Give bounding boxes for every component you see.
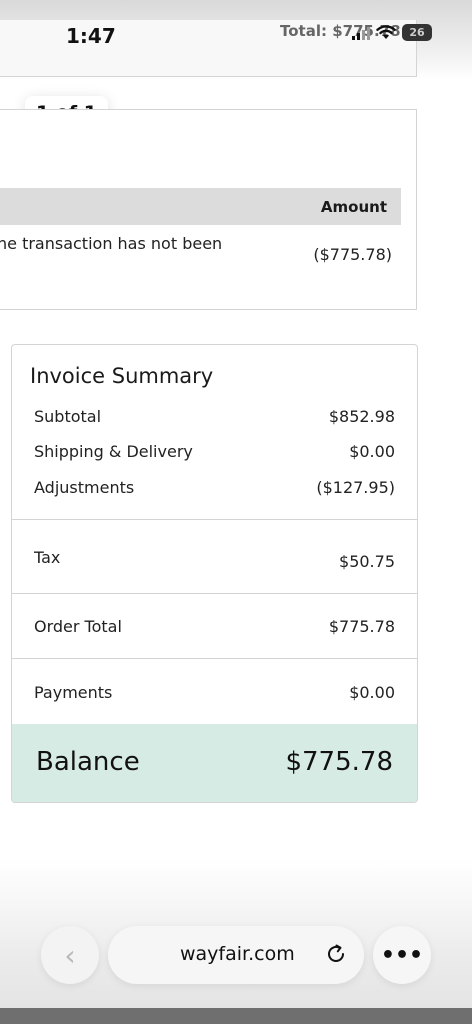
- divider: [12, 658, 417, 659]
- balance-label: Balance: [36, 747, 140, 777]
- payments-row: Payments $0.00: [34, 683, 395, 702]
- bottom-edge: [0, 1008, 472, 1024]
- status-icons: 26: [352, 24, 432, 41]
- table-header: Amount: [0, 188, 401, 225]
- ellipsis-icon: •••: [380, 942, 424, 968]
- subtotal-row: Subtotal $852.98: [34, 407, 395, 426]
- chevron-left-icon: ‹: [64, 938, 76, 972]
- shipping-value: $0.00: [349, 442, 395, 461]
- transaction-description: he transaction has not been: [0, 234, 223, 253]
- payments-value: $0.00: [349, 683, 395, 702]
- reload-icon[interactable]: [324, 942, 348, 966]
- wifi-icon: [376, 25, 396, 39]
- address-bar[interactable]: wayfair.com: [108, 926, 364, 984]
- divider: [12, 519, 417, 520]
- invoice-summary-card: Invoice Summary Subtotal $852.98 Shippin…: [11, 344, 418, 803]
- amount-column-header: Amount: [320, 198, 387, 216]
- adjustments-row: Adjustments ($127.95): [34, 478, 395, 497]
- payments-label: Payments: [34, 683, 113, 702]
- transactions-card: Amount he transaction has not been ($775…: [0, 109, 417, 310]
- tax-value: $50.75: [339, 552, 395, 571]
- subtotal-value: $852.98: [328, 407, 395, 426]
- divider: [12, 593, 417, 594]
- order-total-label: Order Total: [34, 617, 122, 636]
- summary-title: Invoice Summary: [30, 364, 214, 388]
- shipping-label: Shipping & Delivery: [34, 442, 193, 461]
- tax-label: Tax: [34, 548, 61, 567]
- adjustments-label: Adjustments: [34, 478, 135, 497]
- back-button[interactable]: ‹: [41, 926, 99, 984]
- balance-box: Balance $775.78: [12, 724, 417, 802]
- shipping-row: Shipping & Delivery $0.00: [34, 442, 395, 461]
- tax-row: Tax $50.75: [34, 548, 395, 571]
- transaction-amount: ($775.78): [313, 245, 392, 264]
- order-total-row: Order Total $775.78: [34, 617, 395, 636]
- subtotal-label: Subtotal: [34, 407, 102, 426]
- order-total-value: $775.78: [328, 617, 395, 636]
- url-text: wayfair.com: [180, 943, 295, 965]
- balance-value: $775.78: [285, 747, 393, 777]
- status-time: 1:47: [66, 24, 116, 48]
- battery-icon: 26: [402, 24, 432, 41]
- status-bar: 1:47 Total: $775.78 26: [0, 0, 472, 60]
- more-options-button[interactable]: •••: [373, 926, 431, 984]
- adjustments-value: ($127.95): [316, 478, 395, 497]
- signal-icon: [352, 26, 370, 40]
